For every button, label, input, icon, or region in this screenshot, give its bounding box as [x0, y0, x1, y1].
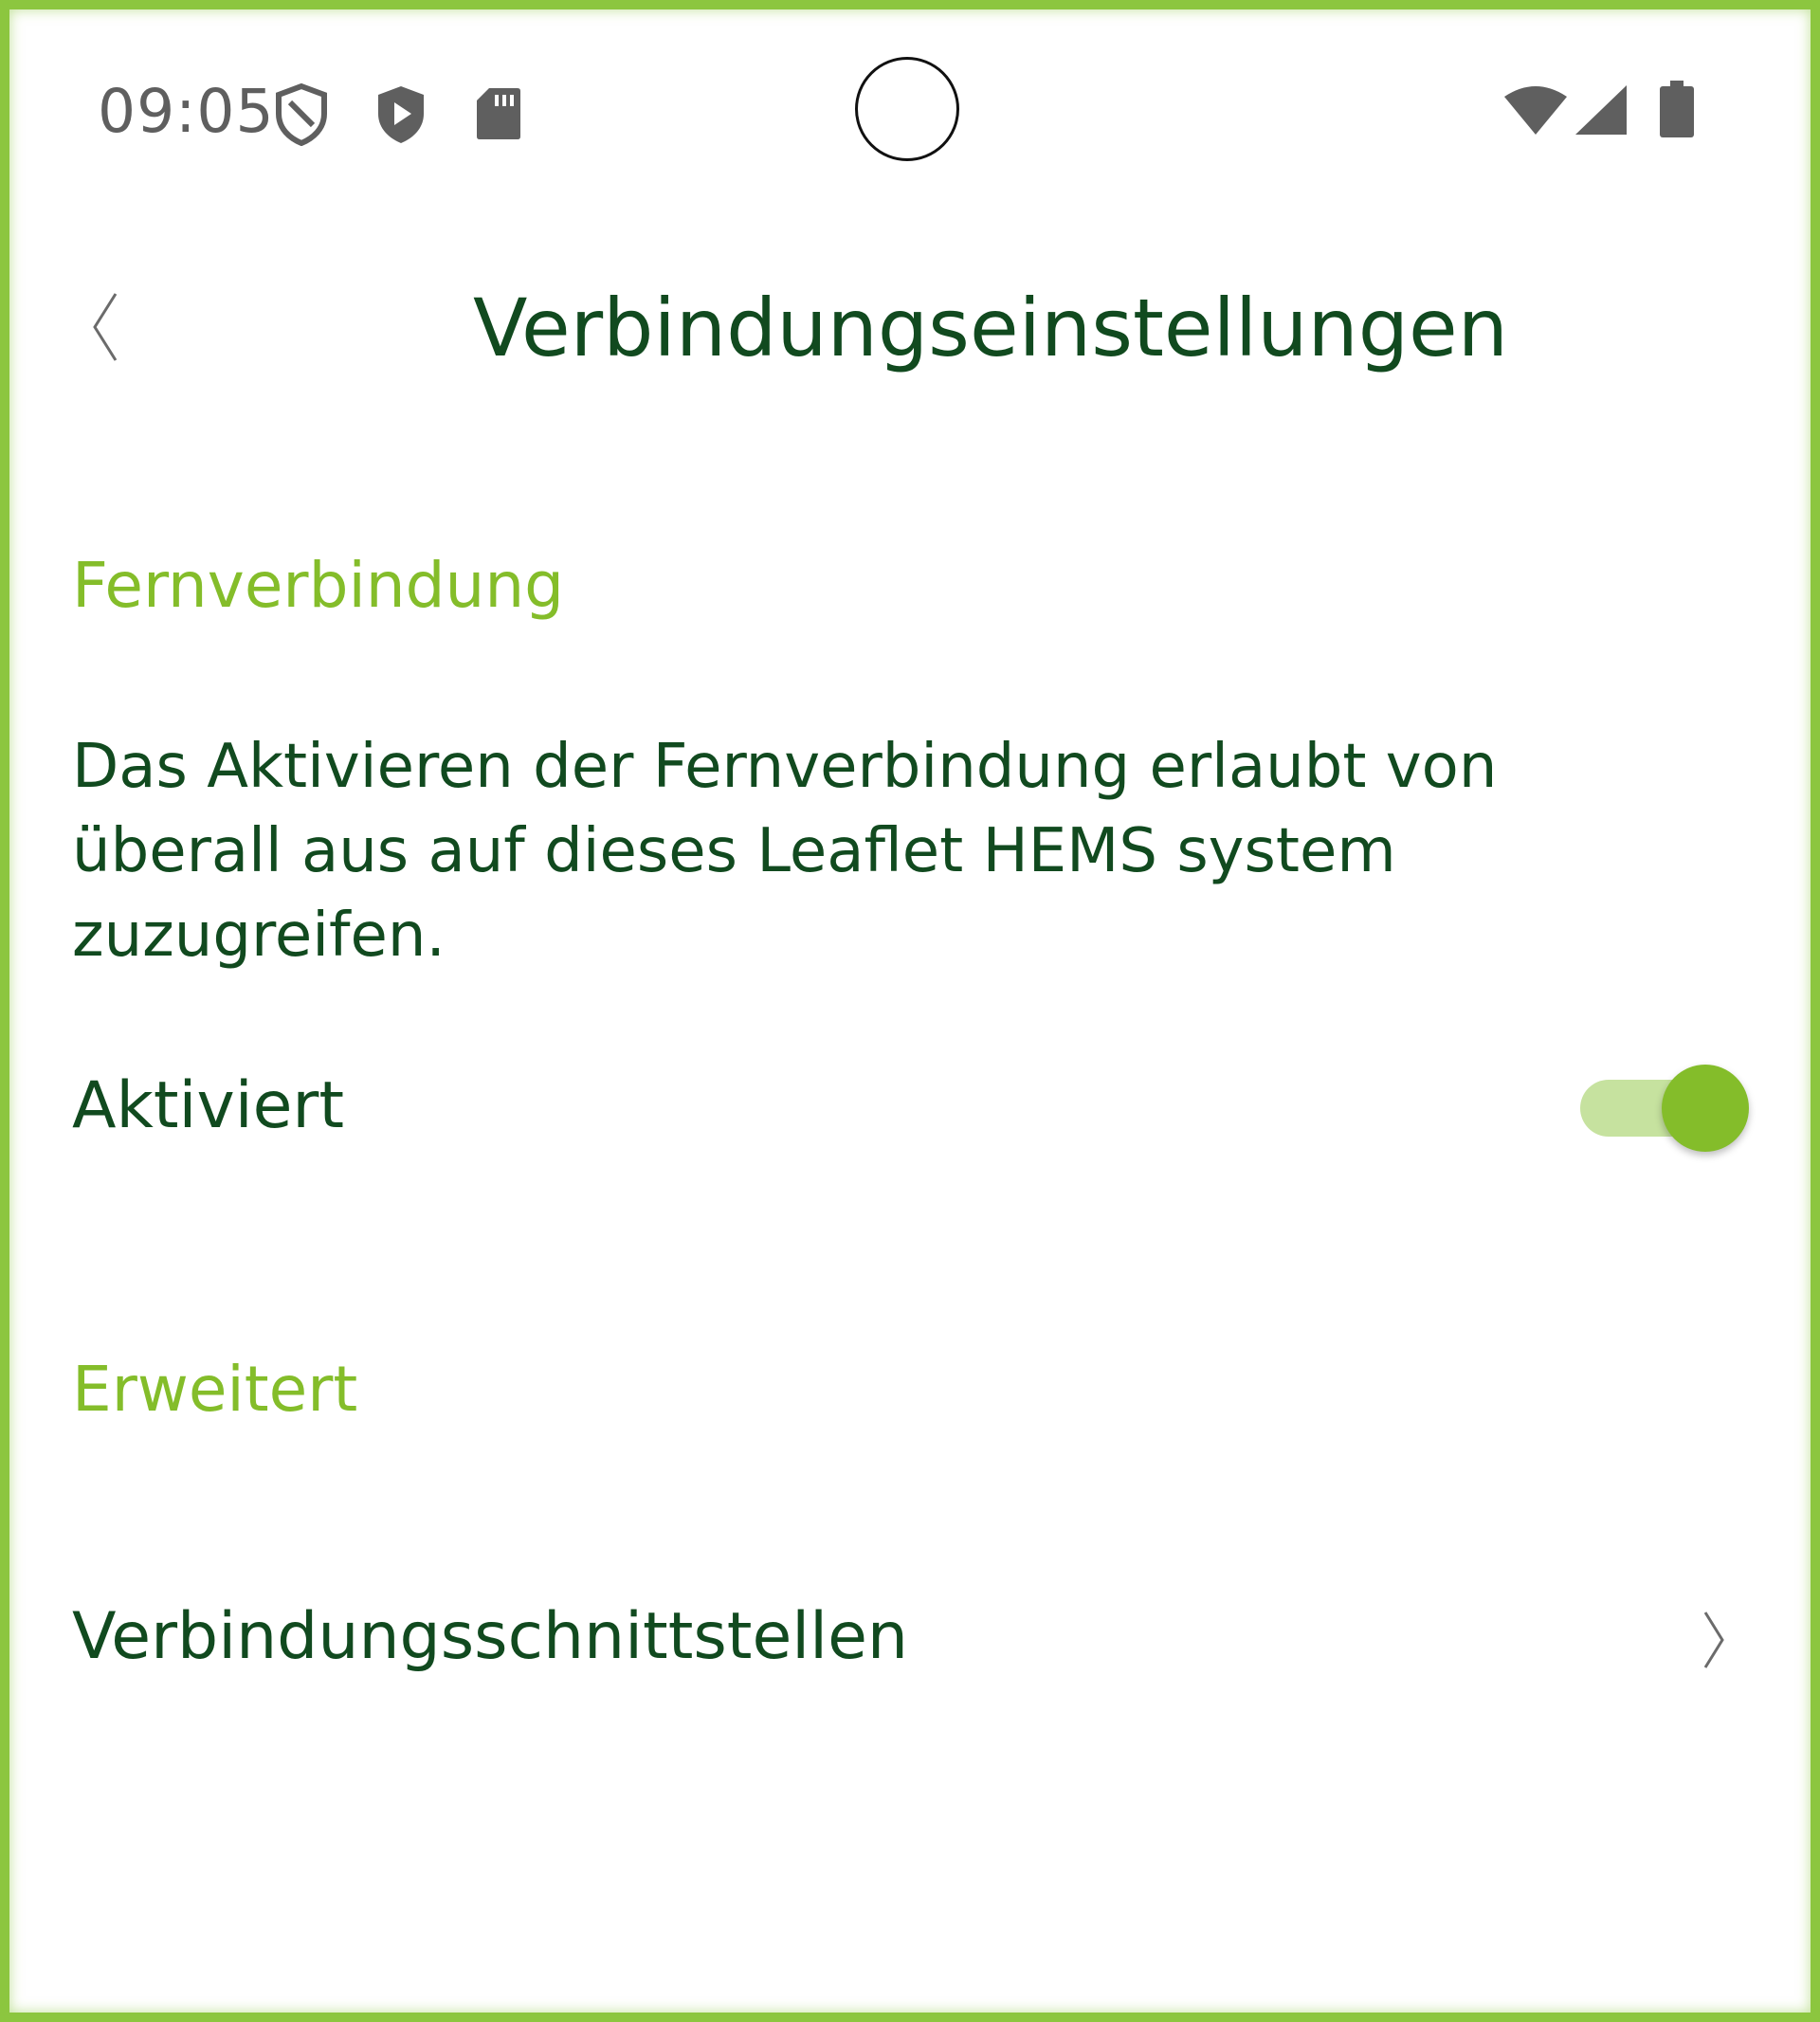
remote-description: Das Aktivieren der Fernverbindung erlaub… — [72, 732, 1498, 971]
status-time: 09:05 — [98, 77, 275, 146]
wifi-icon — [1502, 83, 1569, 137]
remote-connection-toggle[interactable] — [1578, 1064, 1749, 1153]
section-header-advanced: Erweitert — [72, 1353, 358, 1426]
toggle-thumb — [1662, 1065, 1749, 1152]
battery-icon — [1659, 80, 1695, 138]
cellular-signal-icon — [1574, 83, 1629, 137]
list-item-interfaces[interactable]: Verbindungsschnittstellen — [72, 1605, 908, 1669]
page-title: Verbindungseinstellungen — [473, 282, 1508, 374]
front-camera-cutout — [855, 57, 959, 161]
shield-play-icon — [374, 83, 428, 146]
chevron-right-icon[interactable] — [1700, 1607, 1728, 1673]
sd-card-icon — [476, 86, 521, 141]
section-header-remote: Fernverbindung — [72, 549, 565, 622]
shield-outline-icon — [275, 83, 328, 146]
toggle-label: Aktiviert — [72, 1068, 345, 1143]
